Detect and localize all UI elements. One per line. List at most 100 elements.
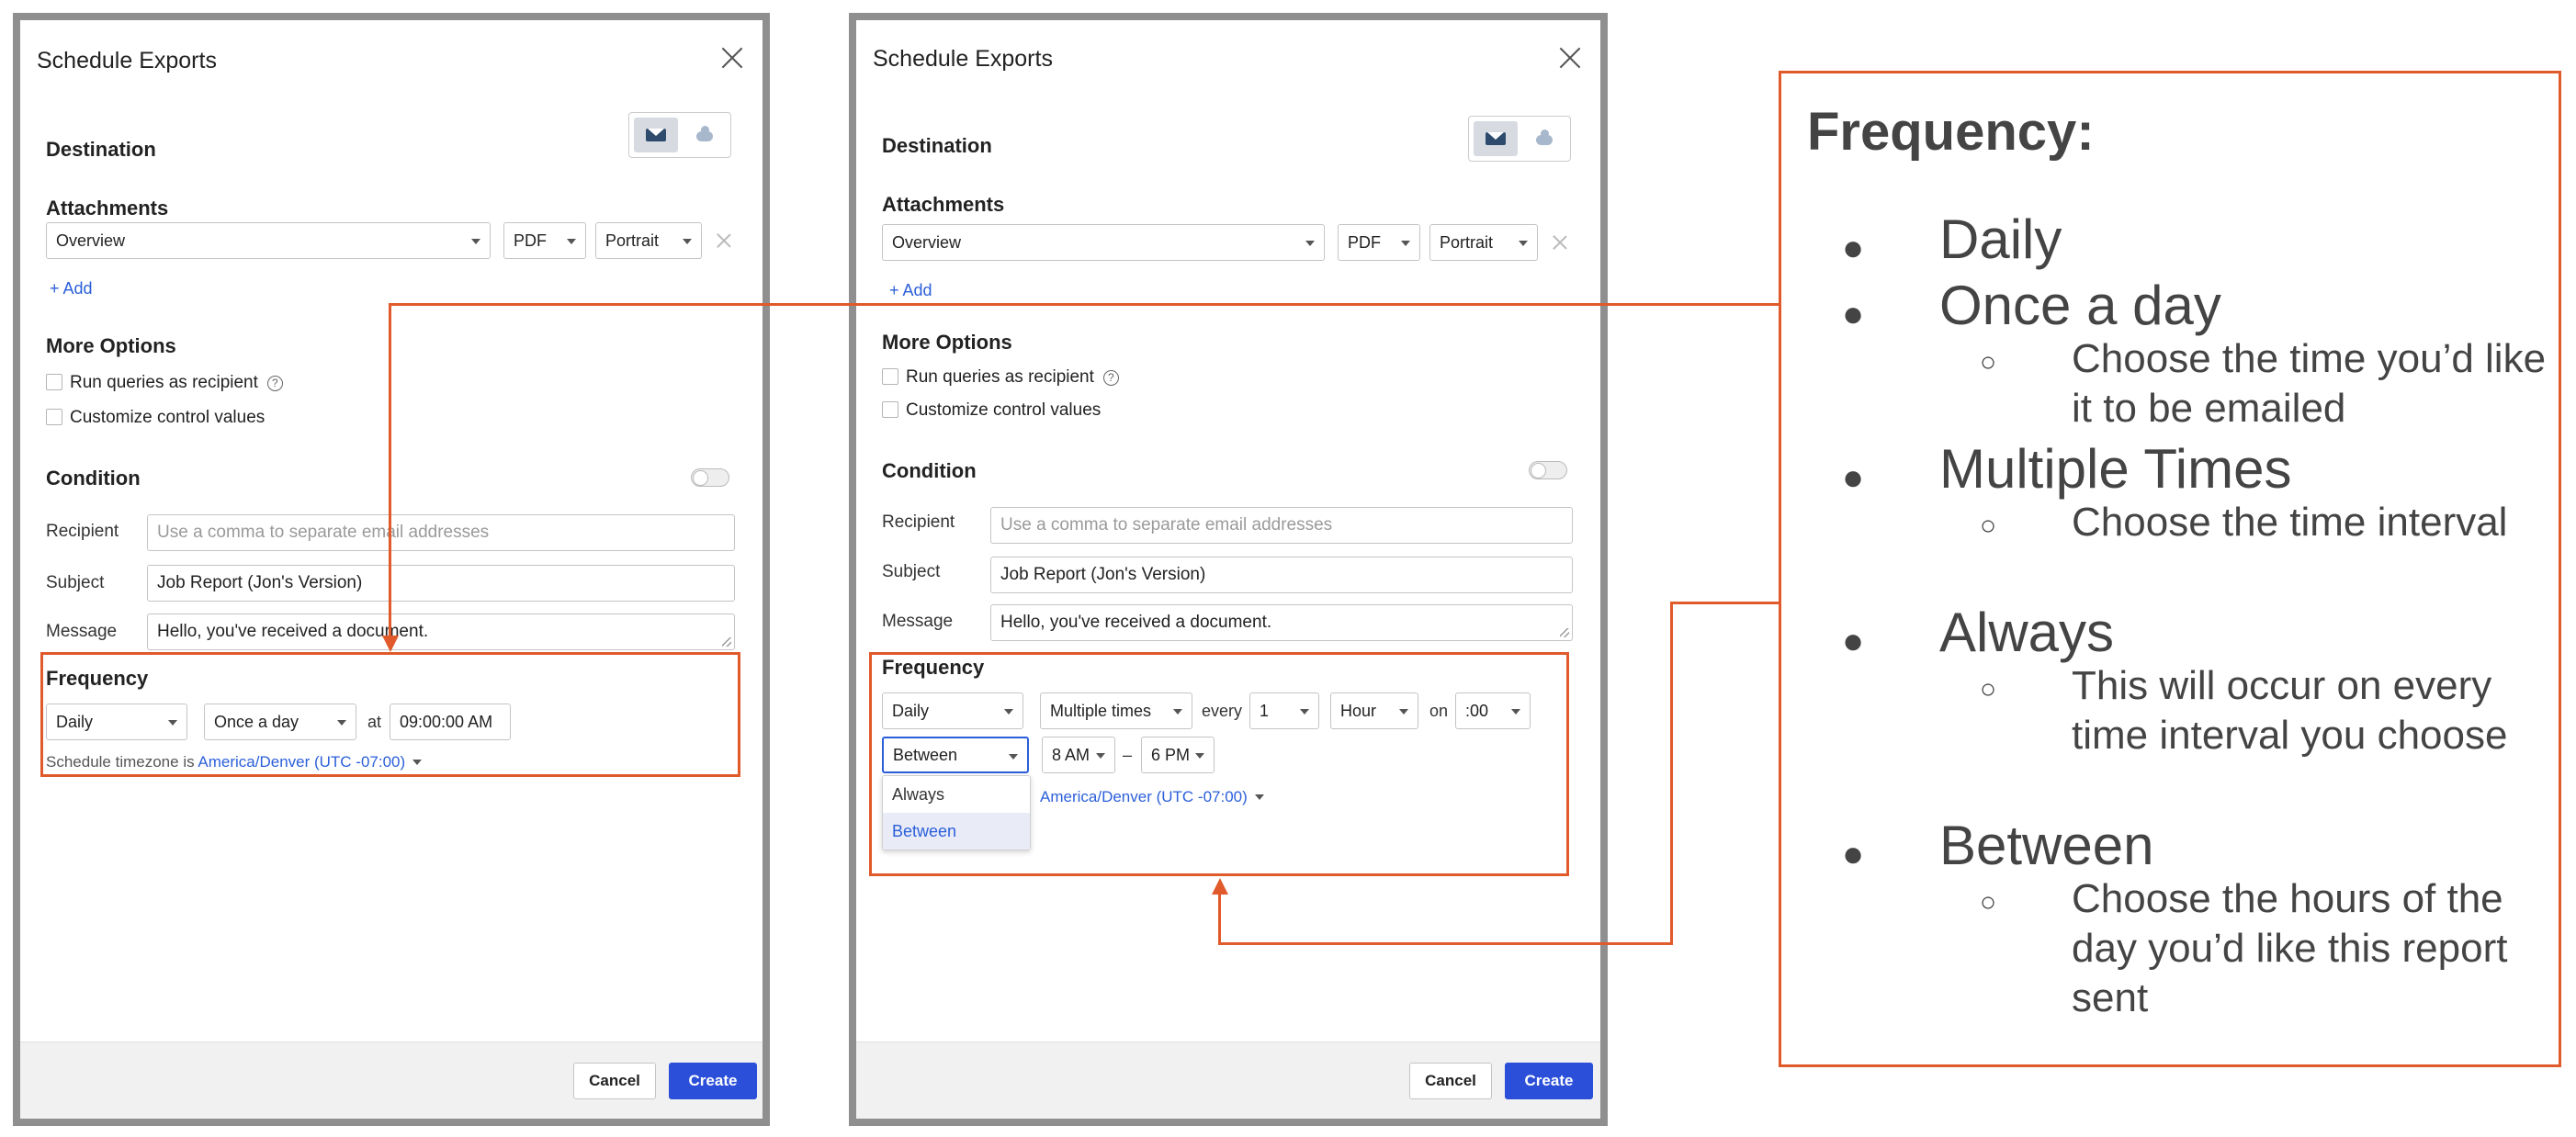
connector-line bbox=[1670, 602, 1780, 604]
attachment-format-value: PDF bbox=[1348, 233, 1381, 252]
message-label: Message bbox=[46, 622, 118, 641]
create-button[interactable]: Create bbox=[1505, 1063, 1593, 1099]
destination-toggle bbox=[628, 112, 731, 158]
attachment-format-select[interactable]: PDF bbox=[1338, 224, 1420, 261]
subject-input[interactable]: Job Report (Jon's Version) bbox=[990, 557, 1573, 593]
remove-attachment-icon[interactable] bbox=[1553, 235, 1567, 250]
help-icon[interactable]: ? bbox=[266, 376, 283, 391]
destination-label: Destination bbox=[882, 134, 992, 157]
connector-line bbox=[389, 303, 391, 637]
message-value: Hello, you've received a document. bbox=[1000, 613, 1272, 632]
condition-toggle[interactable] bbox=[1529, 461, 1567, 479]
callout-item-once-a-day: Once a day bbox=[1939, 275, 2221, 336]
attachment-format-value: PDF bbox=[514, 231, 547, 250]
frequency-callout: Frequency: ● Daily ● Once a day ○ Choose… bbox=[1779, 71, 2561, 1067]
envelope-icon bbox=[1486, 132, 1506, 145]
connector-line bbox=[389, 303, 1780, 306]
run-queries-label: Run queries as recipient bbox=[70, 373, 258, 392]
customize-checkbox[interactable] bbox=[882, 401, 898, 418]
customize-option: Customize control values bbox=[882, 400, 1101, 422]
run-queries-checkbox[interactable] bbox=[46, 374, 62, 390]
sub-bullet-icon: ○ bbox=[1980, 347, 1997, 377]
cloud-destination-button[interactable] bbox=[683, 118, 727, 152]
callout-item-between: Between bbox=[1939, 815, 2154, 876]
recipient-input[interactable]: Use a comma to separate email addresses bbox=[147, 514, 735, 551]
chevron-down-icon bbox=[1519, 241, 1528, 246]
callout-sub-once-a-day: Choose the time you’d like it to be emai… bbox=[2072, 336, 2547, 431]
create-button[interactable]: Create bbox=[669, 1063, 757, 1099]
sub-bullet-icon: ○ bbox=[1980, 674, 1997, 704]
bullet-icon: ● bbox=[1842, 621, 1865, 661]
add-attachment-link[interactable]: + Add bbox=[50, 279, 93, 298]
callout-title: Frequency: bbox=[1807, 102, 2095, 162]
cloud-upload-icon bbox=[696, 126, 713, 141]
sub-bullet-icon: ○ bbox=[1980, 887, 1997, 917]
dialog-frame-left: Schedule Exports Destination Attachments… bbox=[13, 13, 770, 1126]
close-icon[interactable] bbox=[1558, 46, 1582, 70]
attachment-orientation-value: Portrait bbox=[1440, 233, 1494, 252]
message-textarea[interactable]: Hello, you've received a document. bbox=[990, 604, 1573, 641]
chevron-down-icon bbox=[567, 239, 576, 244]
add-attachment-link[interactable]: + Add bbox=[889, 281, 932, 300]
frequency-highlight-left bbox=[40, 652, 740, 777]
condition-toggle[interactable] bbox=[691, 468, 729, 487]
email-destination-button[interactable] bbox=[1474, 121, 1518, 156]
subject-input[interactable]: Job Report (Jon's Version) bbox=[147, 565, 735, 602]
more-options-label: More Options bbox=[882, 331, 1012, 354]
callout-sub-multiple-times: Choose the time interval bbox=[2072, 500, 2508, 545]
arrow-down-icon bbox=[382, 636, 399, 652]
attachment-dashboard-select[interactable]: Overview bbox=[46, 222, 491, 259]
connector-line bbox=[1218, 895, 1221, 945]
dialog-title: Schedule Exports bbox=[37, 48, 217, 73]
resize-grip-icon[interactable] bbox=[722, 637, 731, 647]
attachment-orientation-select[interactable]: Portrait bbox=[1429, 224, 1538, 261]
attachment-dashboard-value: Overview bbox=[56, 231, 126, 250]
bullet-icon: ● bbox=[1842, 457, 1865, 498]
subject-label: Subject bbox=[46, 573, 105, 592]
recipient-label: Recipient bbox=[46, 522, 119, 541]
arrow-up-icon bbox=[1212, 878, 1228, 895]
subject-label: Subject bbox=[882, 562, 941, 581]
help-icon[interactable]: ? bbox=[1102, 370, 1119, 386]
customize-label: Customize control values bbox=[70, 408, 266, 427]
sub-bullet-icon: ○ bbox=[1980, 511, 1997, 541]
envelope-icon bbox=[646, 129, 666, 141]
chevron-down-icon bbox=[1401, 241, 1410, 246]
attachment-orientation-select[interactable]: Portrait bbox=[595, 222, 702, 259]
email-destination-button[interactable] bbox=[634, 118, 678, 152]
connector-line bbox=[1670, 602, 1673, 945]
run-queries-option: Run queries as recipient? bbox=[882, 367, 1119, 389]
dialog-footer: Cancel Create bbox=[856, 1041, 1600, 1119]
chevron-down-icon bbox=[471, 239, 480, 244]
bullet-icon: ● bbox=[1842, 834, 1865, 874]
more-options-label: More Options bbox=[46, 334, 176, 357]
chevron-down-icon bbox=[1305, 241, 1315, 246]
customize-checkbox[interactable] bbox=[46, 409, 62, 425]
cloud-destination-button[interactable] bbox=[1522, 121, 1566, 156]
bullet-icon: ● bbox=[1842, 228, 1865, 268]
callout-sub-between: Choose the hours of the day you’d like t… bbox=[2072, 876, 2508, 1020]
close-icon[interactable] bbox=[720, 46, 744, 70]
recipient-input[interactable]: Use a comma to separate email addresses bbox=[990, 507, 1573, 544]
customize-label: Customize control values bbox=[906, 400, 1102, 420]
run-queries-checkbox[interactable] bbox=[882, 368, 898, 385]
message-textarea[interactable]: Hello, you've received a document. bbox=[147, 614, 735, 650]
dialog-frame-right: Schedule Exports Destination Attachments… bbox=[849, 13, 1608, 1126]
recipient-label: Recipient bbox=[882, 512, 955, 532]
schedule-exports-dialog-once-a-day: Schedule Exports Destination Attachments… bbox=[20, 20, 763, 1119]
schedule-exports-dialog-multiple-times: Schedule Exports Destination Attachments… bbox=[856, 20, 1600, 1119]
attachment-format-select[interactable]: PDF bbox=[503, 222, 586, 259]
attachment-dashboard-select[interactable]: Overview bbox=[882, 224, 1325, 261]
cancel-button[interactable]: Cancel bbox=[1409, 1063, 1492, 1099]
run-queries-label: Run queries as recipient bbox=[906, 367, 1094, 387]
attachments-label: Attachments bbox=[46, 197, 169, 220]
attachments-label: Attachments bbox=[882, 193, 1005, 216]
remove-attachment-icon[interactable] bbox=[717, 233, 731, 248]
customize-option: Customize control values bbox=[46, 408, 265, 430]
condition-label: Condition bbox=[46, 467, 141, 490]
resize-grip-icon[interactable] bbox=[1560, 628, 1569, 637]
destination-label: Destination bbox=[46, 138, 156, 161]
connector-line bbox=[1218, 942, 1673, 945]
callout-sub-always: This will occur on every time interval y… bbox=[2072, 663, 2508, 758]
cancel-button[interactable]: Cancel bbox=[573, 1063, 656, 1099]
